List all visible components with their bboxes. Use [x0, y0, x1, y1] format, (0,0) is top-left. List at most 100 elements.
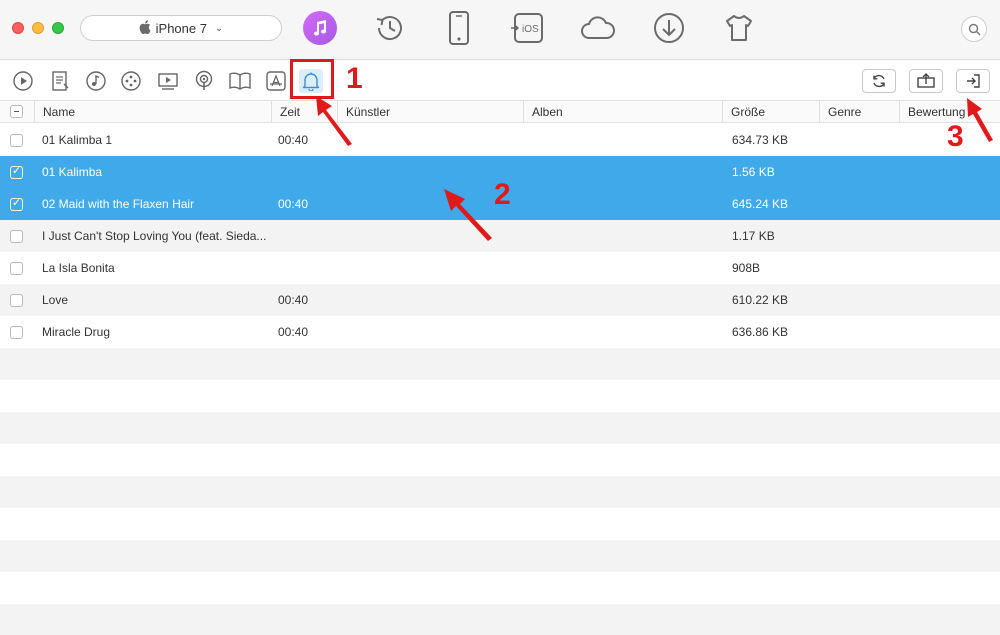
annotation-number-1: 1 — [346, 62, 363, 95]
gamepad-icon — [121, 71, 141, 91]
refresh-icon — [873, 74, 885, 88]
download-icon — [654, 13, 684, 43]
music-play-icon — [13, 71, 33, 91]
cell-name: Love — [42, 293, 69, 307]
cell-artist — [345, 252, 521, 284]
window-maximize-button[interactable] — [52, 22, 64, 34]
podcast-icon — [195, 70, 213, 90]
row-checkbox[interactable] — [10, 164, 23, 179]
row-checkbox[interactable] — [10, 196, 23, 211]
category-books[interactable] — [228, 69, 252, 93]
category-toolbar — [0, 61, 1000, 101]
send-to-computer-button[interactable] — [909, 69, 943, 93]
table-row[interactable]: Miracle Drug 00:40 636.86 KB — [0, 316, 1000, 348]
cell-size: 610.22 KB — [732, 293, 789, 307]
to-computer-icon — [917, 73, 935, 88]
cell-name: La Isla Bonita — [42, 261, 115, 275]
column-header-genre[interactable]: Genre — [819, 101, 898, 123]
cell-name: I Just Can't Stop Loving You (feat. Sied… — [42, 229, 267, 243]
select-all-cell — [0, 101, 34, 123]
tshirt-icon — [726, 15, 752, 41]
svg-text:iOS: iOS — [522, 24, 539, 35]
phone-icon — [449, 11, 469, 45]
annotation-arrow-3 — [967, 98, 993, 142]
ios-icon: iOS — [511, 13, 543, 43]
cell-size: 636.86 KB — [732, 325, 789, 339]
cell-size: 645.24 KB — [732, 197, 789, 211]
column-header-artist[interactable]: Künstler — [337, 101, 522, 123]
title-bar: iPhone 7 ⌄ iOS — [0, 0, 1000, 60]
nav-ios[interactable]: iOS — [510, 10, 546, 46]
cell-name: 02 Maid with the Flaxen Hair — [42, 197, 195, 211]
cell-time — [278, 252, 336, 284]
table-row[interactable]: La Isla Bonita 908B — [0, 252, 1000, 284]
nav-history[interactable] — [372, 10, 408, 46]
cell-time — [278, 156, 336, 188]
device-selector[interactable]: iPhone 7 ⌄ — [80, 15, 282, 41]
cell-size: 1.17 KB — [732, 229, 775, 243]
cell-time: 00:40 — [278, 325, 309, 339]
cell-album — [531, 220, 720, 252]
playlist-icon — [52, 71, 69, 91]
nav-download[interactable] — [651, 10, 687, 46]
category-apps[interactable] — [264, 69, 288, 93]
refresh-button[interactable] — [862, 69, 896, 93]
table-row[interactable]: 01 Kalimba 1 00:40 634.73 KB — [0, 124, 1000, 156]
annotation-arrow-2 — [444, 189, 492, 241]
table-row[interactable]: I Just Can't Stop Loving You (feat. Sied… — [0, 220, 1000, 252]
import-button[interactable] — [956, 69, 990, 93]
row-checkbox[interactable] — [10, 294, 23, 307]
row-checkbox[interactable] — [10, 230, 23, 243]
window-minimize-button[interactable] — [32, 22, 44, 34]
device-name: iPhone 7 — [155, 20, 207, 36]
category-audio[interactable] — [84, 69, 108, 93]
cell-name: 01 Kalimba 1 — [42, 133, 113, 147]
column-header-album[interactable]: Alben — [523, 101, 721, 123]
category-podcasts[interactable] — [192, 69, 216, 93]
window-close-button[interactable] — [12, 22, 24, 34]
book-icon — [229, 72, 251, 90]
annotation-arrow-1 — [316, 96, 352, 146]
empty-row — [0, 540, 1000, 572]
select-all-checkbox[interactable] — [10, 105, 23, 118]
row-checkbox[interactable] — [10, 134, 23, 147]
nav-theme[interactable] — [721, 10, 757, 46]
cell-album — [531, 156, 720, 188]
category-games[interactable] — [119, 69, 143, 93]
nav-device[interactable] — [441, 10, 477, 46]
import-icon — [967, 74, 980, 88]
category-music[interactable] — [11, 69, 35, 93]
music-icon — [303, 11, 337, 45]
table-row[interactable]: Love 00:40 610.22 KB — [0, 284, 1000, 316]
cell-size: 1.56 KB — [732, 165, 775, 179]
apple-icon — [139, 19, 151, 37]
category-videos[interactable] — [156, 69, 180, 93]
cell-album — [531, 124, 720, 156]
row-checkbox[interactable] — [10, 262, 23, 275]
category-playlists[interactable] — [48, 69, 72, 93]
cell-artist — [345, 316, 521, 348]
empty-row — [0, 476, 1000, 508]
cloud-icon — [581, 16, 615, 39]
nav-music[interactable] — [302, 10, 338, 46]
cell-size: 908B — [732, 261, 761, 275]
search-icon — [968, 23, 980, 35]
video-icon — [158, 73, 178, 90]
history-icon — [376, 16, 402, 41]
column-header-name[interactable]: Name — [34, 101, 270, 123]
empty-row — [0, 348, 1000, 380]
chevron-down-icon: ⌄ — [214, 22, 224, 34]
cell-time: 00:40 — [278, 293, 309, 307]
audio-icon — [86, 71, 106, 91]
nav-icloud[interactable] — [580, 10, 616, 46]
cell-album — [531, 188, 720, 220]
app-store-icon — [266, 71, 286, 91]
column-header-size[interactable]: Größe — [722, 101, 819, 123]
cell-album — [531, 252, 720, 284]
row-checkbox[interactable] — [10, 326, 23, 339]
search-button[interactable] — [961, 16, 987, 42]
cell-time — [278, 220, 336, 252]
cell-artist — [345, 284, 521, 316]
annotation-number-3: 3 — [947, 120, 964, 153]
cell-album — [531, 316, 720, 348]
